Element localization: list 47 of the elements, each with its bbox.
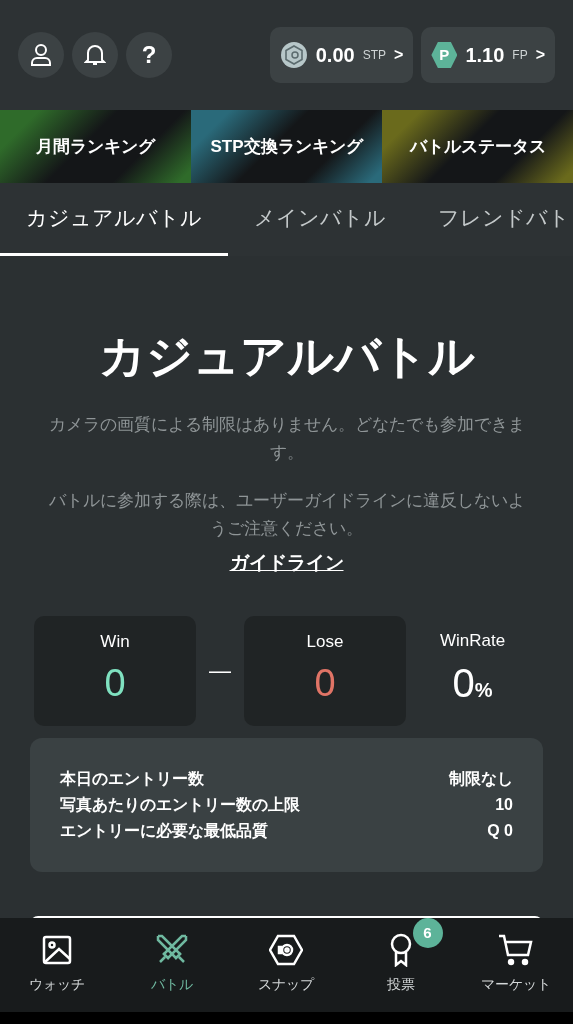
- win-label: Win: [100, 631, 130, 654]
- page-title: カジュアルバトル: [98, 329, 475, 384]
- points-badge: P: [431, 42, 458, 68]
- coin-icon: [279, 41, 308, 69]
- lose-label: Lose: [306, 631, 344, 654]
- balance-unit: FP: [512, 47, 528, 64]
- percent-sign: %: [474, 679, 493, 704]
- nav-item[interactable]: マーケット: [458, 918, 573, 995]
- profile-button[interactable]: [18, 32, 64, 78]
- banner-button[interactable]: 月間ランキング: [0, 110, 191, 183]
- count-badge: 6: [412, 918, 443, 948]
- bell-icon: [84, 43, 106, 67]
- nav-item[interactable]: ウォッチ: [0, 918, 115, 995]
- balance-button[interactable]: P 1.10 FP >: [421, 27, 555, 83]
- dash-separator: —: [208, 657, 232, 685]
- limit-label: 本日のエントリー数: [60, 768, 204, 789]
- limit-label: 写真あたりのエントリー数の上限: [60, 794, 300, 815]
- limit-value: 10: [495, 794, 513, 815]
- user-icon: [30, 43, 52, 67]
- nav-item[interactable]: スナップ: [229, 918, 344, 995]
- win-count: 0: [104, 660, 126, 706]
- winrate-value: 0: [452, 660, 475, 708]
- winrate-label: WinRate: [439, 629, 506, 652]
- balance-amount: 0.00: [315, 43, 355, 68]
- banner-button[interactable]: バトルステータス: [382, 110, 573, 183]
- cart-icon: [497, 934, 534, 966]
- nav-item[interactable]: 投票 6: [343, 918, 459, 995]
- limit-label: エントリーに必要な最低品質: [60, 820, 268, 842]
- limit-value: 制限なし: [449, 768, 513, 790]
- chevron-icon: >: [394, 43, 404, 67]
- balance-unit: STP: [362, 47, 387, 64]
- limit-value: Q 0: [487, 820, 513, 841]
- tab[interactable]: メインバトル: [228, 183, 412, 256]
- balance-amount: 1.10: [465, 43, 505, 68]
- notifications-button[interactable]: [72, 32, 118, 78]
- nav-item[interactable]: バトル: [114, 918, 230, 995]
- description-text: バトルに参加する際は、ユーザーガイドラインに違反しないようご注意ください。: [47, 490, 526, 540]
- help-button[interactable]: ?: [126, 32, 172, 78]
- balance-button[interactable]: 0.00 STP >: [269, 27, 414, 83]
- description-text: カメラの画質による制限はありません。どなたでも参加できます。: [47, 414, 526, 464]
- lose-count: 0: [314, 660, 336, 706]
- lens-icon: [269, 934, 304, 966]
- chevron-icon: >: [535, 43, 545, 67]
- banner-button[interactable]: STP交換ランキング: [191, 110, 382, 183]
- tab[interactable]: フレンドバト: [412, 183, 573, 256]
- guideline-link[interactable]: ガイドライン: [229, 549, 344, 578]
- image-icon: [42, 935, 73, 965]
